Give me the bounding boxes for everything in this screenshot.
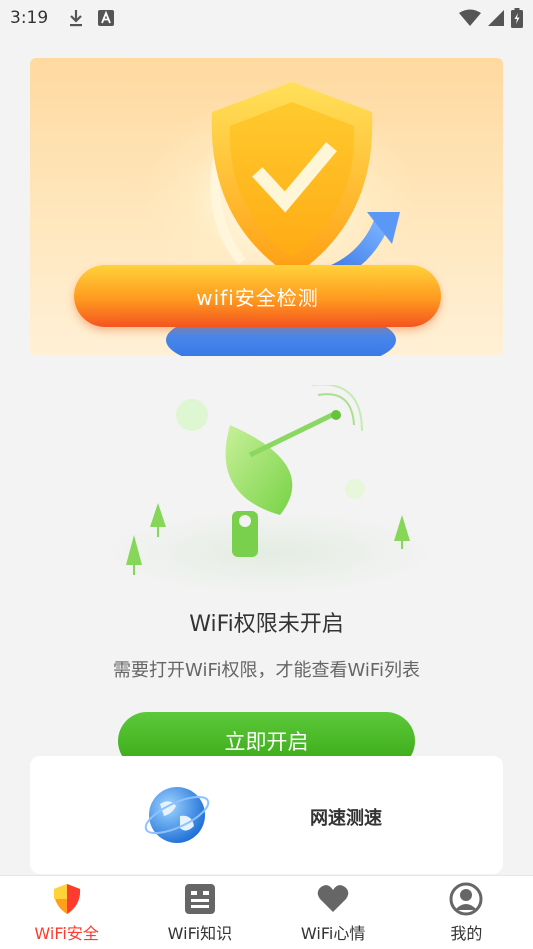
bottom-nav: WiFi安全 WiFi知识 WiFi心情 我的 (0, 875, 533, 949)
permission-title: WiFi权限未开启 (189, 612, 344, 637)
shield-icon (53, 884, 80, 914)
document-icon (184, 884, 215, 914)
satellite-dish-illustration (102, 385, 438, 595)
nav-item-wifi-mood[interactable]: WiFi心情 (267, 876, 400, 949)
security-banner[interactable]: wifi安全检测 (30, 58, 503, 356)
globe-icon (144, 787, 210, 843)
nav-label: WiFi安全 (34, 924, 99, 943)
download-icon (70, 10, 83, 27)
status-bar: 3:19 (0, 0, 533, 36)
wifi-scan-button[interactable]: wifi安全检测 (74, 265, 441, 327)
cell-signal-icon (488, 10, 504, 26)
person-icon (449, 882, 483, 916)
speed-test-label: 网速测速 (310, 808, 382, 829)
app-notification-icon (98, 10, 115, 26)
speed-test-card[interactable]: 网速测速 (30, 756, 503, 874)
wifi-signal-icon (459, 9, 481, 26)
status-time: 3:19 (10, 8, 49, 28)
heart-icon (317, 885, 349, 912)
nav-label: WiFi知识 (167, 924, 233, 943)
nav-label: WiFi心情 (300, 924, 366, 943)
nav-item-wifi-knowledge[interactable]: WiFi知识 (133, 876, 266, 949)
permission-description: 需要打开WiFi权限，才能查看WiFi列表 (113, 660, 420, 681)
nav-item-wifi-security[interactable]: WiFi安全 (0, 876, 133, 949)
battery-icon (511, 8, 523, 28)
nav-label: 我的 (450, 924, 483, 943)
nav-item-mine[interactable]: 我的 (400, 876, 533, 949)
